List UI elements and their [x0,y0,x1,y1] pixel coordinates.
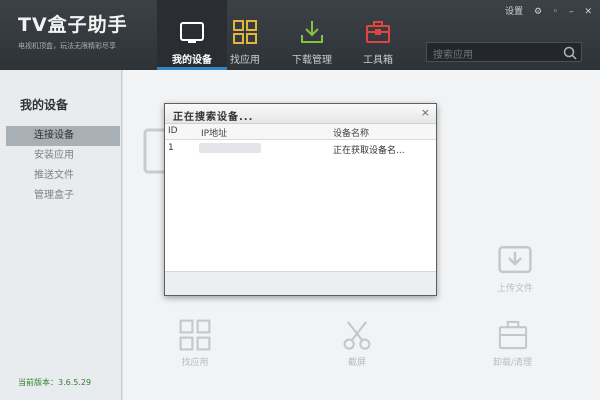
nav-label: 工具箱 [363,55,393,66]
app-title: TV盒子助手 [18,14,128,36]
feature-label: 卸载/清理 [493,358,533,368]
feature-label: 找应用 [181,358,209,368]
dialog-title: 正在搜索设备... [173,112,254,123]
window-controls: 设置 ⚙ ◦ – ✕ [497,4,592,17]
column-device-name: 设备名称 [333,129,370,139]
feature-label: 上传文件 [496,284,533,294]
search-input[interactable]: 搜索应用 [426,42,582,62]
nav-label: 找应用 [230,55,260,66]
app-logo: TV盒子助手 电视机顶盒，玩法无限精彩尽享 [18,10,148,51]
row-id: 1 [168,143,174,153]
nav-toolbox[interactable]: 工具箱 [343,0,413,70]
search-placeholder: 搜索应用 [433,50,473,61]
feature-screenshot[interactable]: 截屏 [340,318,374,368]
app-slogan: 电视机顶盒，玩法无限精彩尽享 [18,42,116,50]
sidebar-item-push-files[interactable]: 推送文件 [6,166,120,186]
dialog-header: 正在搜索设备... × [165,104,436,124]
tablet-icon [179,19,205,45]
feature-uninstall-clean[interactable]: 卸载/清理 [493,318,532,368]
column-ip: IP地址 [201,129,228,139]
nav-find-apps[interactable]: 找应用 [210,0,280,70]
feature-find-apps[interactable]: 找应用 [178,318,212,368]
nav-label: 下载管理 [292,55,332,66]
table-header: ID IP地址 设备名称 [165,124,436,140]
row-device-name: 正在获取设备名... [333,146,405,156]
table-row[interactable]: 1 正在获取设备名... [165,140,436,156]
searching-devices-dialog: 正在搜索设备... × ID IP地址 设备名称 1 正在获取设备名... [164,103,437,296]
column-id: ID [168,126,178,136]
sidebar-item-manage-box[interactable]: 管理盒子 [6,186,120,206]
sidebar-item-install-apps[interactable]: 安装应用 [6,146,120,166]
sidebar: 我的设备 连接设备 安装应用 推送文件 管理盒子 当前版本：3.6.5.29 [0,70,122,400]
restore-icon[interactable]: ◦ [553,7,558,17]
toolbox-icon [365,19,391,45]
close-icon[interactable]: × [421,106,430,119]
nav-download-manager[interactable]: 下载管理 [277,0,347,70]
dialog-footer [165,271,436,295]
close-icon[interactable]: ✕ [584,7,592,17]
feature-label: 截屏 [347,358,366,368]
search-icon[interactable] [563,45,577,64]
sidebar-heading: 我的设备 [20,98,69,112]
top-bar: TV盒子助手 电视机顶盒，玩法无限精彩尽享 我的设备 找应用 下载管理 工具箱 … [0,0,600,70]
grid-icon [232,19,258,45]
minimize-icon[interactable]: – [569,7,574,17]
gear-icon[interactable]: ⚙ [534,7,542,17]
download-icon [299,19,325,45]
row-ip-redacted [199,143,261,153]
sidebar-item-connect-device[interactable]: 连接设备 [6,126,120,146]
settings-button[interactable]: 设置 [505,7,523,17]
feature-upload-file[interactable]: 上传文件 [495,238,535,294]
version-label: 当前版本：3.6.5.29 [18,378,92,387]
